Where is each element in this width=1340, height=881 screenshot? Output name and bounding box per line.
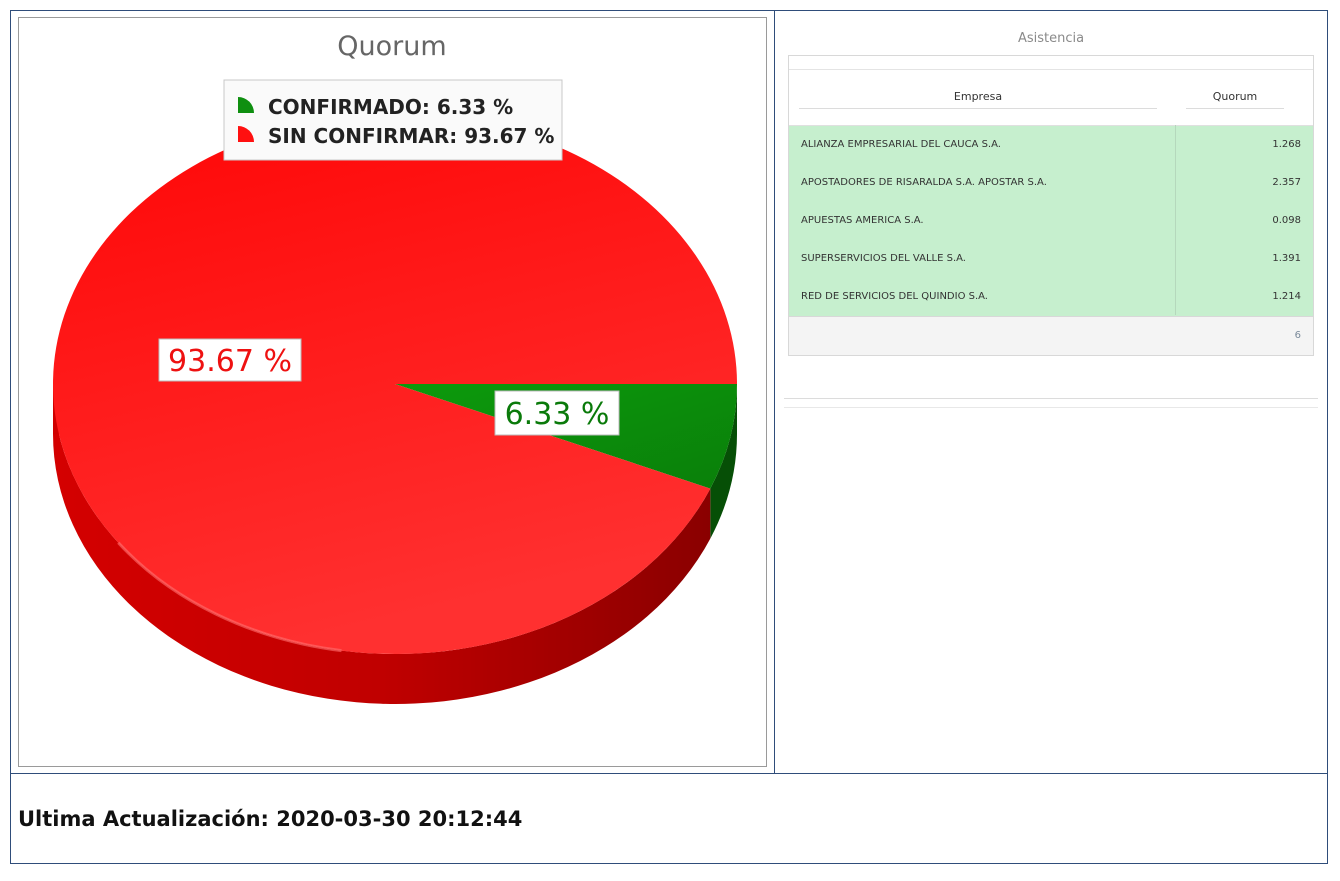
chart-title: Quorum [337,31,446,62]
header-quorum-underline [1186,108,1284,109]
header-empresa-underline [799,108,1157,109]
cell-quorum: 0.098 [1272,215,1301,226]
grid-footer: 6 [789,316,1313,355]
table-row[interactable]: ALIANZA EMPRESARIAL DEL CAUCA S.A. 1.268 [789,126,1313,164]
cell-quorum: 2.357 [1272,177,1301,188]
grid-header: Empresa Quorum [789,70,1313,126]
cell-quorum: 1.268 [1272,139,1301,150]
grid-toolbar [789,56,1313,70]
cell-empresa: APOSTADORES DE RISARALDA S.A. APOSTAR S.… [801,177,1047,188]
legend-label-confirmado[interactable]: CONFIRMADO: 6.33 % [268,95,513,119]
table-row[interactable]: SUPERSERVICIOS DEL VALLE S.A. 1.391 [789,240,1313,278]
pie-slice-sin-confirmar[interactable] [53,113,737,654]
data-label-confirmado: 6.33 % [494,390,620,436]
dashboard-frame: Quorum CONFIRMADO: 6.33 % SIN CONFIRMAR:… [10,10,1328,864]
header-quorum[interactable]: Quorum [1186,90,1284,103]
cell-empresa: RED DE SERVICIOS DEL QUINDIO S.A. [801,291,988,302]
chart-cell: Quorum CONFIRMADO: 6.33 % SIN CONFIRMAR:… [11,11,775,773]
last-update-label: Ultima Actualización: 2020-03-30 20:12:4… [18,807,523,831]
cell-quorum: 1.391 [1272,253,1301,264]
table-row[interactable]: APUESTAS AMERICA S.A. 0.098 [789,202,1313,240]
data-label-text-sin-confirmar: 93.67 % [168,344,292,379]
quorum-chart: Quorum CONFIRMADO: 6.33 % SIN CONFIRMAR:… [18,17,767,767]
cell-empresa: SUPERSERVICIOS DEL VALLE S.A. [801,253,966,264]
cell-empresa: APUESTAS AMERICA S.A. [801,215,924,226]
legend-label-sin-confirmar[interactable]: SIN CONFIRMAR: 93.67 % [268,124,554,148]
attendance-panel: Asistencia Empresa Quorum ALIANZA EMPRES… [775,11,1327,773]
table-row[interactable]: RED DE SERVICIOS DEL QUINDIO S.A. 1.214 [789,278,1313,316]
column-divider [1175,125,1176,315]
grid-title: Asistencia [1017,31,1085,46]
data-label-text-confirmado: 6.33 % [505,397,610,432]
panel-divider [784,398,1318,399]
update-footer: Ultima Actualización: 2020-03-30 20:12:4… [11,773,1327,863]
panel-divider [784,407,1318,408]
chart-legend: CONFIRMADO: 6.33 % SIN CONFIRMAR: 93.67 … [223,79,563,161]
header-empresa[interactable]: Empresa [799,90,1157,103]
table-row[interactable]: APOSTADORES DE RISARALDA S.A. APOSTAR S.… [789,164,1313,202]
grid-footer-count: 6 [1294,330,1301,341]
data-label-sin-confirmar: 93.67 % [158,338,302,382]
cell-empresa: ALIANZA EMPRESARIAL DEL CAUCA S.A. [801,139,1001,150]
cell-quorum: 1.214 [1272,291,1301,302]
attendance-grid: Empresa Quorum ALIANZA EMPRESARIAL DEL C… [788,55,1314,356]
pie-chart-svg: Quorum CONFIRMADO: 6.33 % SIN CONFIRMAR:… [53,31,737,704]
grid-body: ALIANZA EMPRESARIAL DEL CAUCA S.A. 1.268… [789,126,1313,316]
pie-top-layer [53,113,737,654]
